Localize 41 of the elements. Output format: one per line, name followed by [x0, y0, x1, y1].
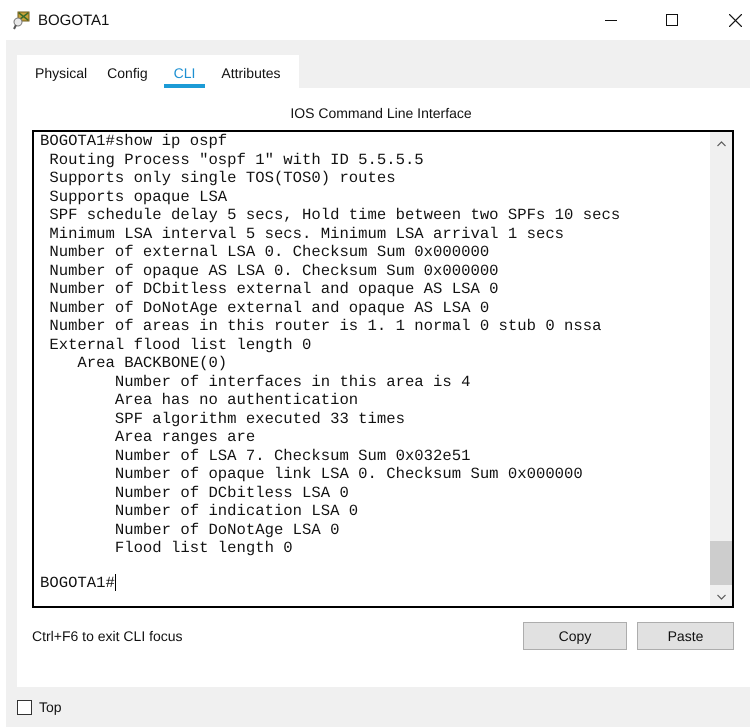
terminal-line: Number of LSA 7. Checksum Sum 0x032e51 [114, 446, 472, 465]
scroll-up-icon[interactable] [716, 141, 726, 147]
action-button[interactable]: Copy [523, 622, 627, 650]
terminal-line: SPF schedule delay 5 secs, Hold time between two SPFs 10 secs [48, 206, 622, 224]
terminal-line: Number of opaque link LSA 0. Checksum Sum 0x000000 [114, 465, 584, 484]
terminal-line: Number of areas in this router is 1. 1 normal 0 stub 0 nssa [48, 317, 602, 336]
terminal-line: Number of DCbitless LSA 0 [114, 484, 350, 502]
terminal-line: Minimum LSA interval 5 secs. Minimum LSA arrival 1 secs [48, 224, 566, 243]
terminal-line: SPF algorithm executed 33 times [114, 410, 406, 428]
terminal-line: External flood list length 0 [48, 336, 312, 354]
scroll-down-icon[interactable] [716, 594, 726, 600]
terminal-line: Routing Process "ospf 1" with ID 5.5.5.5 [48, 150, 425, 169]
scrollbar-thumb[interactable] [710, 541, 732, 585]
terminal-line: Flood list length 0 [114, 539, 294, 558]
terminal-line: Number of DoNotAge LSA 0 [114, 520, 340, 539]
tab[interactable]: Attributes [211, 55, 291, 88]
terminal-line: Number of interfaces in this area is 4 [114, 372, 472, 391]
terminal-line: Area has no authentication [114, 391, 360, 410]
terminal-line: Number of indication LSA 0 [114, 502, 360, 520]
terminal-line: Number of DCbitless external and opaque AS LSA 0 [48, 280, 500, 298]
scrollbar[interactable] [710, 132, 732, 606]
action-button[interactable]: Paste [637, 622, 734, 650]
panel-title: IOS Command Line Interface [289, 104, 473, 123]
terminal-line: Number of opaque AS LSA 0. Checksum Sum 0x000000 [48, 262, 500, 280]
terminal-line: Supports only single TOS(TOS0) routes [48, 169, 397, 188]
terminal-line: BOGOTA1#show ip ospf [40, 132, 228, 150]
tab[interactable]: Physical [25, 55, 98, 88]
text-cursor [114, 574, 116, 592]
checkbox-label: Top [39, 699, 62, 715]
router-icon [12, 10, 32, 30]
terminal-line: Area ranges are [114, 428, 256, 446]
terminal-area[interactable] [32, 130, 734, 608]
terminal-line: Number of external LSA 0. Checksum Sum 0x000000 [48, 243, 490, 262]
terminal-line: Number of DoNotAge external and opaque AS LSA 0 [48, 298, 490, 317]
terminal-line: Area BACKBONE(0) [76, 354, 228, 372]
terminal-line: Supports opaque LSA [48, 188, 228, 206]
tab[interactable]: Config [97, 55, 158, 88]
window-title: BOGOTA1 [38, 12, 110, 28]
checkbox[interactable] [17, 700, 32, 714]
hint-text: Ctrl+F6 to exit CLI focus [32, 628, 183, 644]
command-prompt: BOGOTA1# [40, 574, 115, 592]
